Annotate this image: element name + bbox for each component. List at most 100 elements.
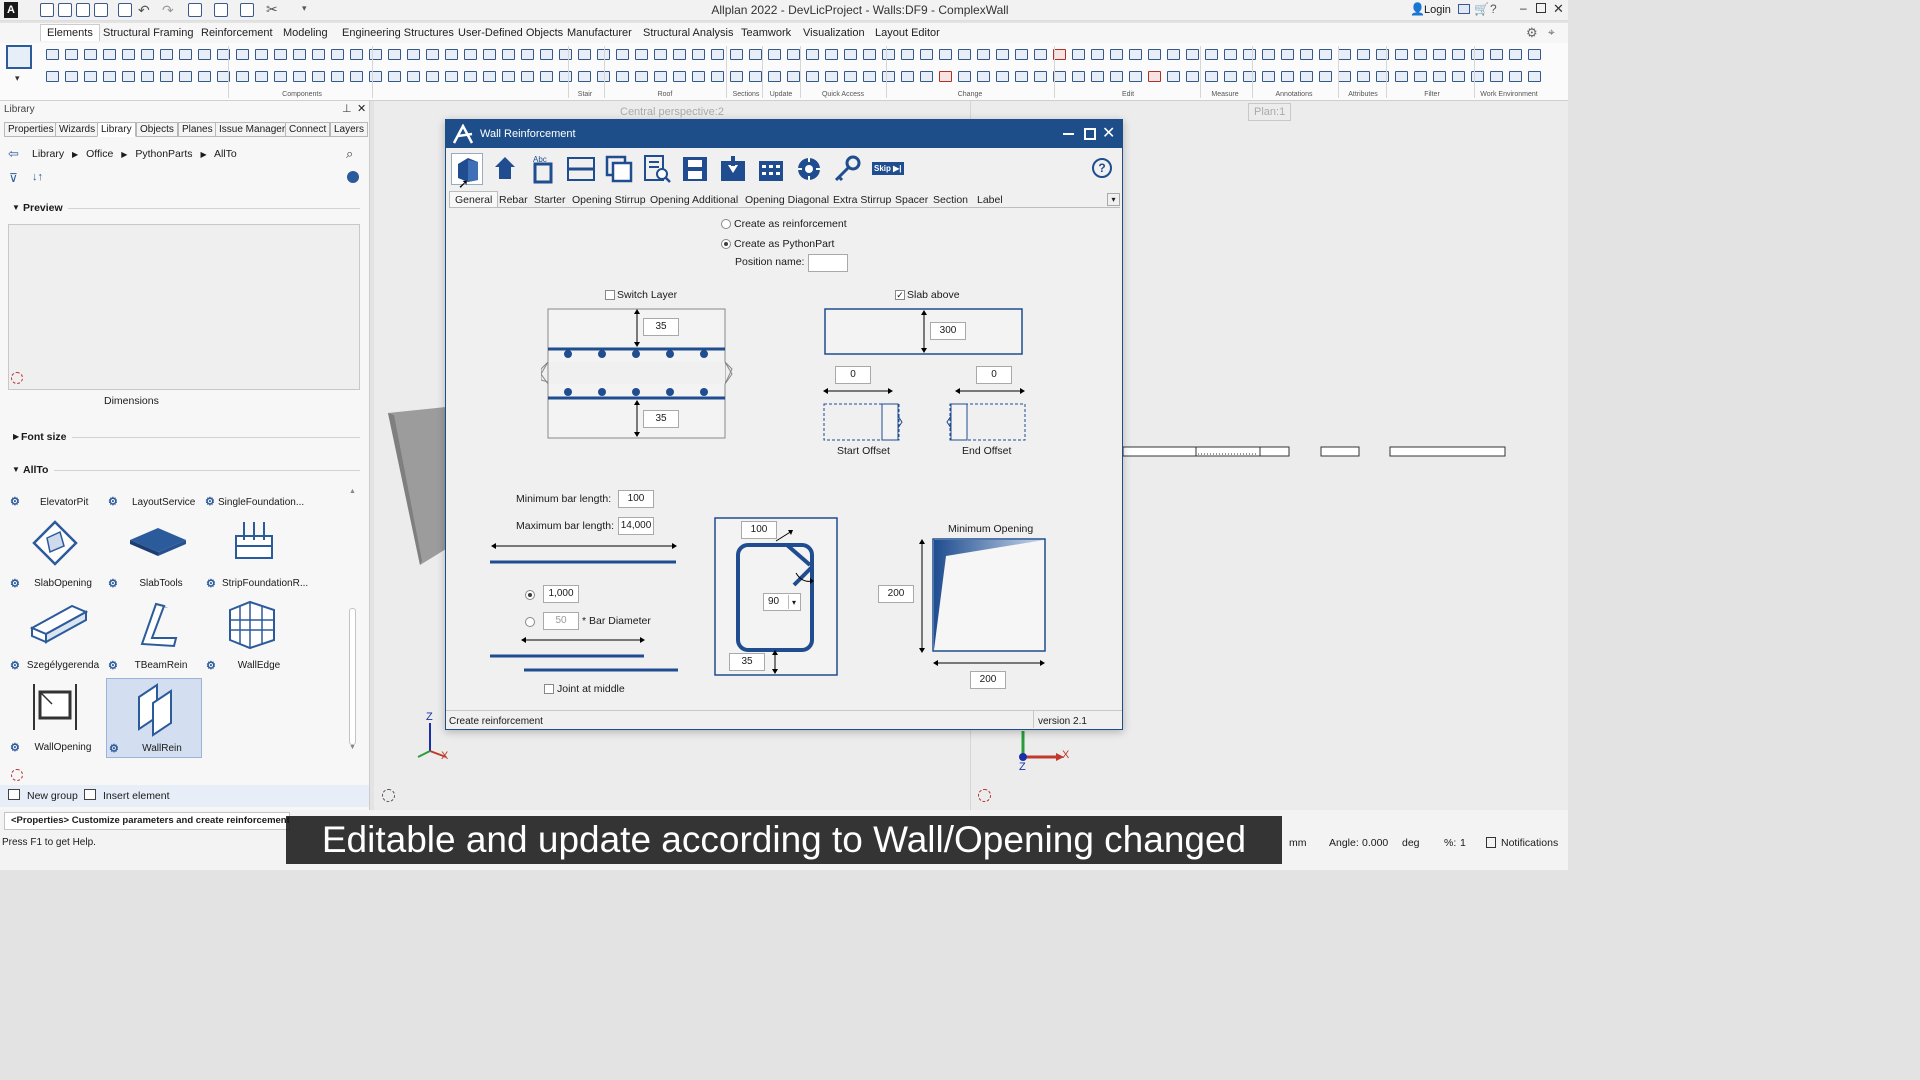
user-icon[interactable]: 👤 <box>1410 2 1425 16</box>
customize-icon[interactable]: ▾ <box>302 3 307 14</box>
ribbon-tool-icon[interactable] <box>464 71 477 82</box>
create-as-pythonpart-label[interactable]: Create as PythonPart <box>734 238 834 250</box>
create-as-reinforcement-label[interactable]: Create as reinforcement <box>734 218 847 230</box>
ribbon-tool-icon[interactable] <box>863 49 876 60</box>
ribbon-tool-icon[interactable] <box>1281 49 1294 60</box>
ribbon-tool-icon[interactable] <box>445 49 458 60</box>
ribbon-tool-icon[interactable] <box>1338 49 1351 60</box>
hook-angle-select[interactable]: 90 ▾ <box>763 593 801 611</box>
ribbon-tool-icon[interactable] <box>1528 49 1541 60</box>
library-settings-icon[interactable] <box>11 769 23 781</box>
label-abc-icon[interactable]: Abc <box>527 153 559 185</box>
ribbon-tool-icon[interactable] <box>141 71 154 82</box>
ribbon-tool-icon[interactable] <box>179 71 192 82</box>
ribbon-tool-icon[interactable] <box>1110 49 1123 60</box>
library-item-wallopening[interactable]: ⚙ WallOpening <box>8 678 104 758</box>
ribbon-tool-icon[interactable] <box>1167 71 1180 82</box>
subtab-rebar[interactable]: Rebar <box>499 194 528 206</box>
copy-icon[interactable] <box>188 3 202 17</box>
ribbon-tool-icon[interactable] <box>445 71 458 82</box>
ribbon-tool-icon[interactable] <box>65 71 78 82</box>
close-panel-icon[interactable]: ✕ <box>357 102 366 115</box>
help-icon[interactable]: ? <box>1490 2 1497 16</box>
ribbon-tool-icon[interactable] <box>806 71 819 82</box>
ribbon-tool-icon[interactable] <box>844 71 857 82</box>
ribbon-tool-icon[interactable] <box>920 71 933 82</box>
key-icon[interactable] <box>831 153 863 185</box>
ribbon-tool-icon[interactable] <box>1319 49 1332 60</box>
subtab-spacer[interactable]: Spacer <box>895 194 928 206</box>
overlap-length-input[interactable]: 1,000 <box>543 585 579 603</box>
ribbon-tool-icon[interactable] <box>559 49 572 60</box>
open-file-icon[interactable] <box>58 3 72 17</box>
ribbon-tool-icon[interactable] <box>1376 49 1389 60</box>
ribbon-tool-icon[interactable] <box>369 71 382 82</box>
new-group-icon[interactable] <box>8 789 20 800</box>
ribbon-tool-icon[interactable] <box>84 49 97 60</box>
ribbon-tool-icon[interactable] <box>578 49 591 60</box>
subtab-opening-diagonal[interactable]: Opening Diagonal <box>745 194 829 206</box>
ribbon-tool-icon[interactable] <box>711 49 724 60</box>
joint-at-middle-label[interactable]: Joint at middle <box>557 683 625 695</box>
select-icon[interactable] <box>214 3 228 17</box>
ribbon-tool-icon[interactable] <box>787 49 800 60</box>
angle-unit[interactable]: deg <box>1402 837 1420 849</box>
tab-teamwork[interactable]: Teamwork <box>741 27 791 39</box>
ribbon-tool-icon[interactable] <box>673 71 686 82</box>
preview-collapse-icon[interactable]: ▼ <box>12 203 20 212</box>
ribbon-tool-icon[interactable] <box>331 49 344 60</box>
component-icon[interactable] <box>6 45 32 69</box>
skip-button[interactable]: Skip ▶| <box>872 162 904 175</box>
tab-layout-editor[interactable]: Layout Editor <box>875 27 940 39</box>
ribbon-tool-icon[interactable] <box>939 71 952 82</box>
ribbon-tool-icon[interactable] <box>312 71 325 82</box>
slab-above-checkbox[interactable]: ✓ <box>895 290 905 300</box>
ribbon-tool-icon[interactable] <box>1015 71 1028 82</box>
tab-properties[interactable]: Properties <box>4 122 58 137</box>
ribbon-tool-icon[interactable] <box>1243 71 1256 82</box>
breadcrumb-office[interactable]: Office <box>86 148 113 160</box>
ribbon-tool-icon[interactable] <box>1509 49 1522 60</box>
copy-layers-icon[interactable] <box>603 153 635 185</box>
ribbon-tool-icon[interactable] <box>1319 71 1332 82</box>
ribbon-tool-icon[interactable] <box>1072 71 1085 82</box>
max-bar-length-input[interactable]: 14,000 <box>618 517 654 535</box>
house-icon[interactable] <box>489 153 521 185</box>
ribbon-tool-icon[interactable] <box>483 49 496 60</box>
ribbon-tool-icon[interactable] <box>179 49 192 60</box>
ribbon-tool-icon[interactable] <box>160 71 173 82</box>
ribbon-tool-icon[interactable] <box>882 49 895 60</box>
ribbon-tool-icon[interactable] <box>692 71 705 82</box>
ribbon-tool-icon[interactable] <box>730 71 743 82</box>
ribbon-tool-icon[interactable] <box>293 49 306 60</box>
ribbon-tool-icon[interactable] <box>1528 71 1541 82</box>
ribbon-tool-icon[interactable] <box>103 49 116 60</box>
ribbon-tool-icon[interactable] <box>863 71 876 82</box>
tab-planes[interactable]: Planes <box>178 122 217 137</box>
tab-library[interactable]: Library <box>97 122 136 137</box>
ribbon-tool-icon[interactable] <box>673 49 686 60</box>
section-icon[interactable] <box>565 153 597 185</box>
breadcrumb-library[interactable]: Library <box>32 148 64 160</box>
ribbon-tool-icon[interactable] <box>46 49 59 60</box>
subtab-opening-additional[interactable]: Opening Additional <box>650 194 738 206</box>
ribbon-tool-icon[interactable] <box>236 71 249 82</box>
tab-objects[interactable]: Objects <box>136 122 178 137</box>
dialog-minimize-icon[interactable] <box>1063 133 1074 135</box>
minimize-icon[interactable]: – <box>1520 1 1527 15</box>
min-opening-height-input[interactable]: 200 <box>878 585 914 603</box>
filter-icon[interactable]: ⊽ <box>9 171 18 185</box>
ribbon-tool-icon[interactable] <box>426 71 439 82</box>
settings-icon[interactable]: ⚙ <box>1526 25 1538 41</box>
ribbon-tool-icon[interactable] <box>1414 49 1427 60</box>
load-favorite-icon[interactable] <box>717 153 749 185</box>
ribbon-tool-icon[interactable] <box>502 71 515 82</box>
ribbon-tool-icon[interactable] <box>1110 71 1123 82</box>
ribbon-tool-icon[interactable] <box>388 71 401 82</box>
font-size-heading[interactable]: Font size <box>21 431 67 443</box>
end-offset-input[interactable]: 0 <box>976 366 1012 384</box>
ribbon-tool-icon[interactable] <box>122 49 135 60</box>
ribbon-tool-icon[interactable] <box>1186 71 1199 82</box>
ribbon-tool-icon[interactable] <box>920 49 933 60</box>
tab-visualization[interactable]: Visualization <box>803 27 865 39</box>
